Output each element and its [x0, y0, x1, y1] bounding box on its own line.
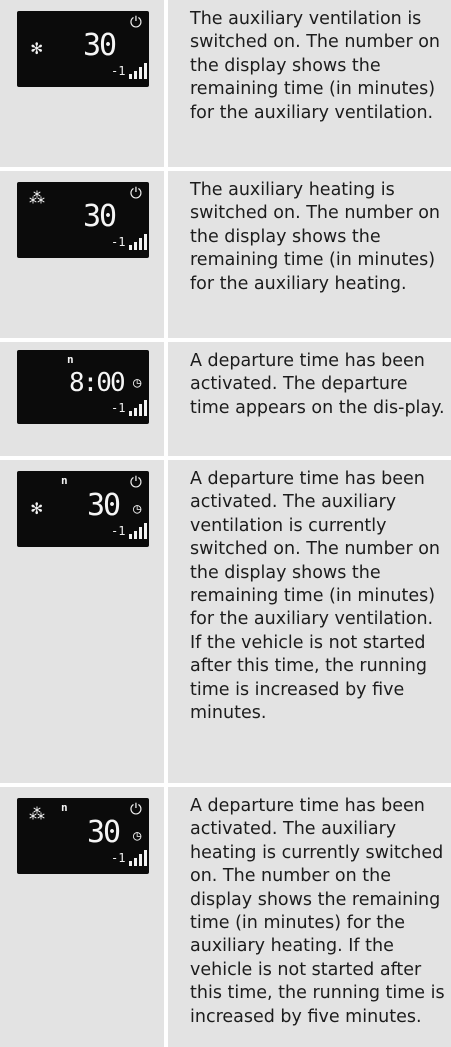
fan-icon: ✻	[31, 497, 43, 519]
table-row: ✻ ⏻ 30 -1 The auxiliary ventilation is s…	[0, 0, 451, 167]
display-image-cell: ✻ n ⏻ 30 ◷ -1	[0, 460, 164, 783]
display-sub: -1	[111, 851, 126, 865]
display-value: 30	[87, 815, 121, 850]
clock-icon: ◷	[133, 828, 142, 844]
display-image-cell: n 8:00 ◷ -1	[0, 342, 164, 456]
lcd-display: ✻ n ⏻ 30 ◷ -1	[17, 471, 149, 547]
departure-marker-icon: n	[61, 801, 68, 814]
timer-icon: ⏻	[130, 473, 142, 491]
display-image-cell: ⁂ ⏻ 30 -1	[0, 171, 164, 338]
departure-marker-icon: n	[61, 474, 68, 487]
row-description: A departure time has been activated. The…	[190, 469, 440, 724]
display-sub: -1	[111, 401, 126, 415]
display-sub: -1	[111, 524, 126, 538]
display-value: 30	[83, 28, 117, 63]
row-description: The auxiliary ventilation is switched on…	[190, 9, 440, 123]
signal-icon	[129, 523, 147, 539]
display-image-cell: ✻ ⏻ 30 -1	[0, 0, 164, 167]
timer-icon: ⏻	[130, 13, 142, 31]
table-row: ⁂ n ⏻ 30 ◷ -1 A departure time has been …	[0, 787, 451, 1047]
fan-icon: ✻	[31, 37, 43, 59]
lcd-display: ⁂ ⏻ 30 -1	[17, 182, 149, 258]
lcd-display: ⁂ n ⏻ 30 ◷ -1	[17, 798, 149, 874]
display-value: 8:00	[69, 368, 126, 398]
heating-icon: ⁂	[29, 804, 45, 823]
departure-marker-icon: n	[67, 353, 74, 366]
signal-icon	[129, 850, 147, 866]
display-image-cell: ⁂ n ⏻ 30 ◷ -1	[0, 787, 164, 1047]
clock-icon: ◷	[133, 501, 142, 517]
timer-icon: ⏻	[130, 800, 142, 818]
signal-icon	[129, 234, 147, 250]
signal-icon	[129, 400, 147, 416]
display-sub: -1	[111, 235, 126, 249]
timer-icon: ⏻	[130, 184, 142, 202]
heating-icon: ⁂	[29, 188, 45, 207]
row-description: A departure time has been activated. The…	[190, 796, 445, 1027]
display-value: 30	[83, 199, 117, 234]
clock-icon: ◷	[133, 375, 142, 391]
signal-icon	[129, 63, 147, 79]
row-description: The auxiliary heating is switched on. Th…	[190, 180, 440, 294]
display-value: 30	[87, 488, 121, 523]
display-sub: -1	[111, 64, 126, 78]
table-row: ✻ n ⏻ 30 ◷ -1 A departure time has been …	[0, 460, 451, 783]
table-row: ⁂ ⏻ 30 -1 The auxiliary heating is switc…	[0, 171, 451, 338]
table-row: n 8:00 ◷ -1 A departure time has been ac…	[0, 342, 451, 456]
row-description: A departure time has been activated. The…	[190, 351, 445, 418]
lcd-display: ✻ ⏻ 30 -1	[17, 11, 149, 87]
lcd-display: n 8:00 ◷ -1	[17, 350, 149, 424]
